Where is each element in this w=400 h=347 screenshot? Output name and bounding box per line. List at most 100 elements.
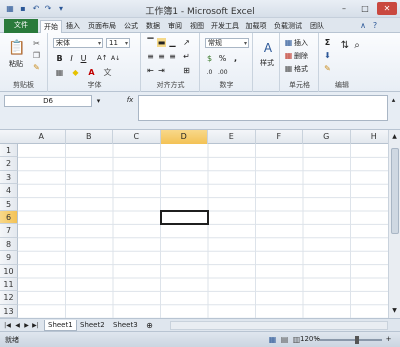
comma-style-button[interactable]: , [231, 54, 240, 63]
align-right-icon[interactable]: ≡ [168, 52, 177, 61]
insert-function-button[interactable]: fx [124, 96, 136, 105]
paste-icon[interactable]: 📋 [8, 39, 25, 57]
orientation-icon[interactable]: ↗ [182, 38, 191, 47]
chevron-down-icon: ▾ [124, 40, 128, 47]
paste-button[interactable]: 粘贴 [4, 59, 28, 69]
font-name-select[interactable]: 宋体 ▾ [53, 38, 103, 48]
fill-icon[interactable]: ⬇ [323, 51, 332, 60]
next-sheet-icon[interactable]: ▶ [22, 321, 31, 330]
sheet-tab-sheet1[interactable]: Sheet1 [44, 320, 77, 331]
phonetic-icon[interactable]: 文 [103, 68, 112, 77]
status-bar: 就绪 ▦ ▤ ▥ 120% − + [0, 331, 400, 347]
fill-color-icon[interactable]: ◆ [71, 68, 80, 77]
ribbon-tabs: 文件 开始 插入 页面布局 公式 数据 审阅 视图 开发工具 加载项 负载测试 … [0, 18, 400, 33]
formula-input[interactable] [138, 95, 388, 121]
bottom-align-icon[interactable]: ▁ [168, 38, 177, 47]
delete-button[interactable]: 删除 [294, 51, 308, 61]
decrease-indent-icon[interactable]: ⇤ [146, 66, 155, 75]
insert-button[interactable]: 插入 [294, 38, 308, 48]
sheet-tab-sheet2[interactable]: Sheet2 [77, 320, 108, 331]
maximize-button[interactable]: □ [355, 2, 375, 15]
first-sheet-icon[interactable]: |◀ [3, 321, 12, 330]
normal-view-icon[interactable]: ▦ [268, 335, 277, 344]
increase-decimal-icon[interactable]: .0 [205, 68, 214, 77]
name-box[interactable]: D6 [4, 95, 92, 107]
close-button[interactable]: ✕ [377, 2, 397, 15]
last-sheet-icon[interactable]: ▶| [31, 321, 40, 330]
sort-filter-icon[interactable]: ⇅ [340, 41, 350, 53]
number-format-select[interactable]: 常规 ▾ [205, 38, 249, 48]
clipboard-group: 📋 粘贴 ✂ ❐ ✎ 剪贴板 [0, 33, 48, 92]
clear-icon[interactable]: ✎ [323, 64, 332, 73]
scroll-down-icon[interactable]: ▼ [390, 306, 399, 315]
minimize-button[interactable]: – [334, 2, 354, 15]
bold-button[interactable]: B [55, 54, 64, 63]
worksheet-grid[interactable]: ABCDEFGH 1 2 3 4 5 6 7 8 9 10 11 12 13 ▲ ▼ [0, 130, 400, 319]
styles-icon[interactable]: A [262, 41, 274, 55]
tab-page-layout[interactable]: 页面布局 [85, 20, 119, 33]
format-button[interactable]: 格式 [294, 64, 308, 74]
zoom-slider[interactable] [320, 336, 382, 344]
format-cells-icon[interactable]: ▦ [284, 64, 293, 73]
tab-addins[interactable]: 加载项 [243, 20, 269, 33]
vertical-scroll-thumb[interactable] [391, 148, 399, 234]
increase-indent-icon[interactable]: ⇥ [157, 66, 166, 75]
borders-icon[interactable]: ▦ [55, 68, 64, 77]
tab-view[interactable]: 视图 [187, 20, 207, 33]
percent-button[interactable]: % [218, 54, 227, 63]
autosum-button[interactable]: Σ [323, 38, 332, 47]
underline-button[interactable]: U [79, 54, 88, 63]
grow-font-icon[interactable]: A↑ [97, 54, 108, 63]
font-color-icon[interactable]: A [87, 68, 96, 77]
styles-group: A 样式 [254, 33, 280, 92]
tab-developer[interactable]: 开发工具 [209, 20, 241, 33]
italic-button[interactable]: I [67, 54, 76, 63]
insert-cells-icon[interactable]: ▦ [284, 38, 293, 47]
chevron-down-icon: ▾ [97, 40, 101, 47]
active-cell[interactable] [159, 210, 209, 226]
sheet-tab-sheet3[interactable]: Sheet3 [110, 320, 141, 331]
top-align-icon[interactable]: ▔ [146, 38, 155, 47]
tab-load-test[interactable]: 负载测试 [271, 20, 305, 33]
zoom-in-icon[interactable]: + [384, 335, 393, 344]
align-left-icon[interactable]: ≡ [146, 52, 155, 61]
wrap-text-icon[interactable]: ↵ [182, 52, 191, 61]
sheet-tab-bar: |◀ ◀ ▶ ▶| Sheet1 Sheet2 Sheet3 ⊕ [0, 318, 400, 331]
help-icon[interactable]: ? [370, 21, 380, 31]
copy-icon[interactable]: ❐ [32, 51, 41, 60]
tab-data[interactable]: 数据 [143, 20, 163, 33]
zoom-out-icon[interactable]: − [313, 335, 322, 344]
middle-align-icon[interactable]: ▬ [157, 38, 166, 47]
scroll-up-icon[interactable]: ▲ [390, 132, 399, 141]
find-select-icon[interactable]: ⌕ [352, 41, 362, 53]
expand-formula-bar-icon[interactable]: ▴ [389, 96, 398, 105]
title-bar: ▦ ▪ ↶ ↷ ▾ 工作簿1 - Microsoft Excel – □ ✕ [0, 0, 400, 18]
vertical-scrollbar[interactable]: ▲ ▼ [388, 130, 400, 318]
tab-team[interactable]: 团队 [307, 20, 327, 33]
center-icon[interactable]: ≡ [157, 52, 166, 61]
merge-center-icon[interactable]: ⊞ [182, 66, 191, 75]
delete-cells-icon[interactable]: ▦ [284, 51, 293, 60]
horizontal-scrollbar[interactable] [170, 321, 388, 330]
insert-sheet-icon[interactable]: ⊕ [145, 321, 154, 330]
chevron-down-icon: ▾ [243, 40, 247, 47]
accounting-format-icon[interactable]: $ [205, 54, 214, 63]
cut-icon[interactable]: ✂ [32, 39, 41, 48]
prev-sheet-icon[interactable]: ◀ [13, 321, 22, 330]
tab-formulas[interactable]: 公式 [121, 20, 141, 33]
editing-group-label: 编辑 [335, 81, 349, 89]
formula-bar: D6 ▾ fx ▴ [0, 92, 400, 130]
page-layout-view-icon[interactable]: ▤ [280, 335, 289, 344]
format-painter-icon[interactable]: ✎ [32, 63, 41, 72]
tab-review[interactable]: 审阅 [165, 20, 185, 33]
decrease-decimal-icon[interactable]: .00 [218, 68, 228, 77]
tab-insert[interactable]: 插入 [63, 20, 83, 33]
zoom-slider-knob[interactable] [355, 336, 359, 344]
tab-file[interactable]: 文件 [4, 19, 38, 33]
shrink-font-icon[interactable]: A↓ [111, 54, 120, 63]
tab-home[interactable]: 开始 [40, 20, 62, 33]
font-size-select[interactable]: 11 ▾ [106, 38, 130, 48]
name-box-dropdown-icon[interactable]: ▾ [94, 97, 103, 106]
minimize-ribbon-icon[interactable]: ∧ [358, 21, 368, 31]
styles-button[interactable]: 样式 [256, 58, 278, 68]
